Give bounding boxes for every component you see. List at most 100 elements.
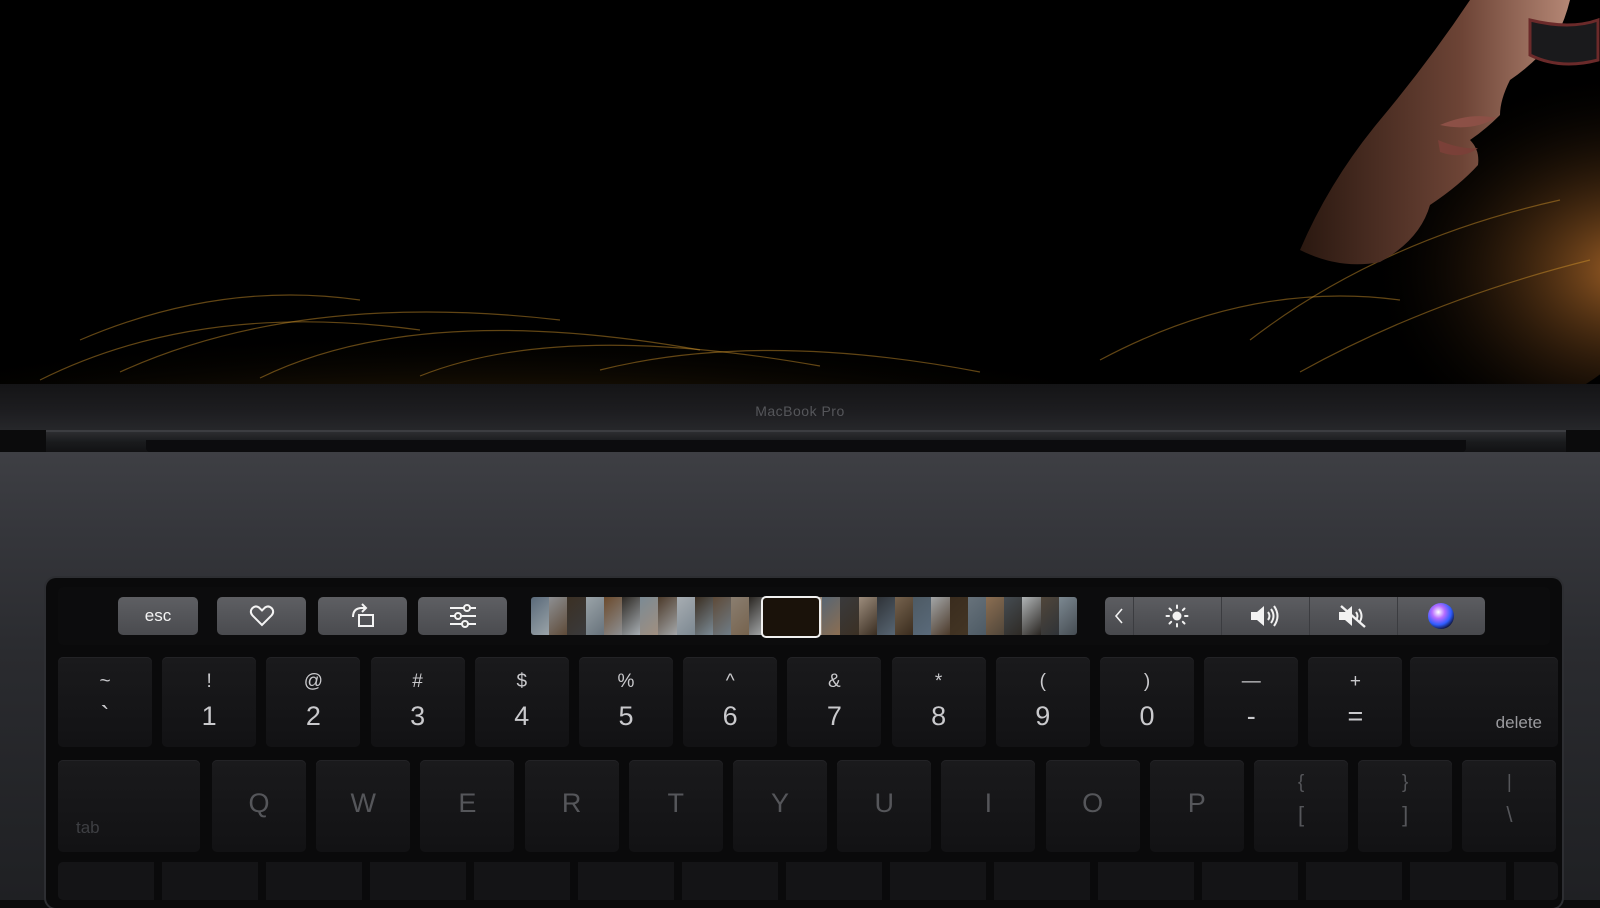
key-letter-5[interactable]: Y xyxy=(733,760,827,852)
filmstrip-thumbnail[interactable] xyxy=(949,597,968,635)
key-label: 6 xyxy=(722,701,738,731)
rotate-button[interactable] xyxy=(318,597,407,635)
key-2[interactable]: @2 xyxy=(266,657,361,747)
filmstrip-thumbnail[interactable] xyxy=(1022,597,1041,635)
filmstrip-thumbnail[interactable] xyxy=(603,597,623,635)
key-shift-label: @ xyxy=(303,671,324,692)
key-3[interactable]: #3 xyxy=(370,657,465,747)
mute-icon xyxy=(1339,605,1367,628)
key-label: Y xyxy=(770,788,789,818)
key-label: W xyxy=(350,788,376,818)
filmstrip-thumbnail[interactable] xyxy=(640,597,659,635)
key-shift-label: & xyxy=(828,671,841,692)
key-letter-6[interactable]: U xyxy=(837,760,932,852)
filmstrip-thumbnail[interactable] xyxy=(986,597,1005,635)
key-letter-7[interactable]: I xyxy=(941,760,1036,852)
key-label: - xyxy=(1246,701,1256,731)
key-shift-label: $ xyxy=(516,671,528,692)
key-label: P xyxy=(1187,788,1206,818)
key-letter-8[interactable]: O xyxy=(1045,760,1140,852)
key-label: 3 xyxy=(410,701,426,731)
filmstrip-thumbnail[interactable] xyxy=(1058,597,1077,635)
filmstrip-thumbnail[interactable] xyxy=(858,597,877,635)
filmstrip-thumbnail[interactable] xyxy=(822,597,841,635)
key-shift-label: } xyxy=(1402,772,1409,793)
key-12[interactable]: + = xyxy=(1308,657,1403,747)
filmstrip-thumbnail[interactable] xyxy=(967,597,987,635)
filmstrip-thumbnail[interactable] xyxy=(658,597,677,635)
key-letter-9[interactable]: P xyxy=(1149,760,1244,852)
key-7[interactable]: & 7 xyxy=(787,657,882,747)
key-label: 8 xyxy=(931,701,947,731)
favorite-button[interactable] xyxy=(217,597,306,635)
key-shift-label: ! xyxy=(206,671,212,692)
filmstrip-thumbnail[interactable] xyxy=(694,597,714,635)
filmstrip-thumbnail[interactable] xyxy=(676,597,695,635)
key-bracket-2[interactable]: | \ xyxy=(1462,760,1557,852)
filmstrip-thumbnail[interactable] xyxy=(913,597,932,635)
filmstrip-thumbnail[interactable] xyxy=(585,597,604,635)
filmstrip-thumbnail[interactable] xyxy=(531,597,550,635)
key-shift-label: % xyxy=(617,671,635,692)
filmstrip-thumbnail[interactable] xyxy=(876,597,896,635)
key-9[interactable]: (9 xyxy=(995,657,1090,747)
key-label: E xyxy=(458,788,477,818)
key-letter-1[interactable]: W xyxy=(316,760,411,852)
key-shift-label: # xyxy=(412,671,423,692)
sliders-icon xyxy=(449,604,476,628)
key-label: 1 xyxy=(201,701,217,731)
key-label: 2 xyxy=(305,701,321,731)
filmstrip-thumbnail[interactable] xyxy=(1004,597,1023,635)
filmstrip-thumbnail[interactable] xyxy=(622,597,641,635)
filmstrip-thumbnail[interactable] xyxy=(895,597,914,635)
key-label: 7 xyxy=(826,701,842,731)
filmstrip-thumbnail[interactable] xyxy=(713,597,732,635)
key-shift-label: * xyxy=(934,671,943,692)
filmstrip-thumbnail[interactable] xyxy=(840,597,859,635)
key-letter-2[interactable]: E xyxy=(420,760,515,852)
key-10[interactable]: ) 0 xyxy=(1100,657,1194,747)
key-label: Q xyxy=(248,788,270,818)
key-4[interactable]: $4 xyxy=(474,657,569,747)
key-label: ] xyxy=(1402,802,1409,827)
key-label: [ xyxy=(1297,802,1305,827)
key-shift-label: ^ xyxy=(725,671,735,692)
key-label: I xyxy=(984,788,993,818)
adjust-button[interactable] xyxy=(418,597,507,635)
esc-key[interactable]: esc xyxy=(118,597,198,635)
key-0[interactable]: ~ ` xyxy=(58,657,152,747)
key-letter-0[interactable]: Q xyxy=(212,760,306,852)
delete-label: delete xyxy=(1495,713,1542,732)
key-8[interactable]: * 8 xyxy=(891,657,986,747)
key-6[interactable]: ^ 6 xyxy=(683,657,778,747)
filmstrip-thumbnail[interactable] xyxy=(567,597,586,635)
tab-key[interactable]: tab xyxy=(58,760,200,852)
key-label: O xyxy=(1082,788,1104,818)
key-11[interactable]: — - xyxy=(1204,657,1299,747)
filmstrip-thumbnail[interactable] xyxy=(549,597,568,635)
heart-icon xyxy=(249,605,274,627)
key-bracket-0[interactable]: {[ xyxy=(1254,760,1348,852)
volume-button[interactable] xyxy=(1220,597,1309,635)
filmstrip-thumbnail[interactable] xyxy=(731,597,750,635)
selected-thumbnail[interactable] xyxy=(761,596,821,638)
key-bracket-1[interactable]: }] xyxy=(1358,760,1453,852)
collapse-button[interactable] xyxy=(1105,597,1133,635)
key-letter-3[interactable]: R xyxy=(524,760,619,852)
filmstrip-thumbnail[interactable] xyxy=(1040,597,1059,635)
delete-key[interactable]: delete xyxy=(1410,657,1558,747)
brightness-button[interactable] xyxy=(1132,597,1221,635)
key-1[interactable]: ! 1 xyxy=(162,657,257,747)
key-label: T xyxy=(667,788,685,818)
mute-button[interactable] xyxy=(1308,597,1397,635)
siri-button[interactable] xyxy=(1396,597,1485,635)
filmstrip-thumbnail[interactable] xyxy=(931,597,950,635)
esc-label: esc xyxy=(144,606,172,625)
key-label: \ xyxy=(1506,802,1513,827)
hinge-shadow xyxy=(146,440,1466,452)
photo-portrait xyxy=(0,0,1600,384)
key-label: = xyxy=(1347,701,1364,731)
key-5[interactable]: % 5 xyxy=(579,657,673,747)
rotate-icon xyxy=(351,603,374,627)
key-letter-4[interactable]: T xyxy=(628,760,723,852)
